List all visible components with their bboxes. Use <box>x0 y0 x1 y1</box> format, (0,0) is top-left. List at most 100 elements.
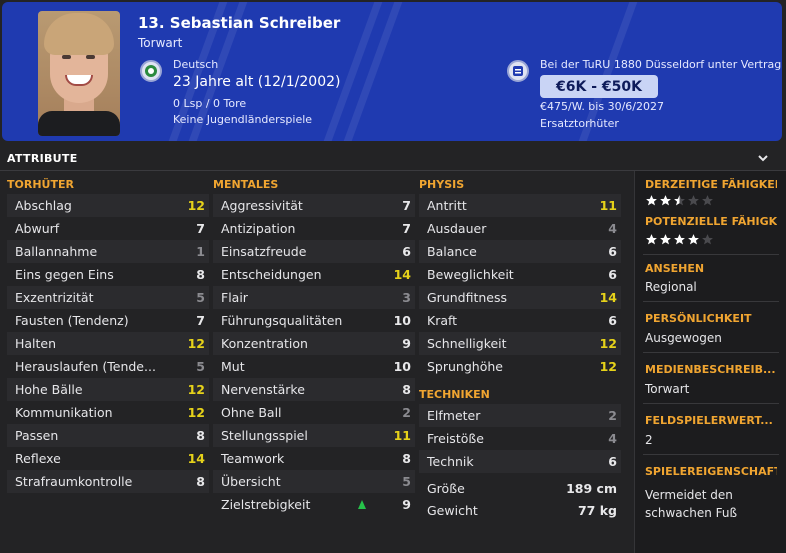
attribute-name: Abschlag <box>15 198 72 213</box>
attribute-row[interactable]: Beweglichkeit 6 <box>419 263 621 286</box>
attribute-row[interactable]: Übersicht 5 <box>213 470 415 493</box>
transfer-value-badge[interactable]: €6K - €50K <box>540 75 658 98</box>
star-empty-icon <box>701 194 714 207</box>
attribute-value: 2 <box>608 408 617 423</box>
attribute-name: Schnelligkeit <box>427 336 507 351</box>
attribute-value: 8 <box>196 474 205 489</box>
personality-label: PERSÖNLICHKEIT <box>645 312 752 325</box>
attribute-row[interactable]: Aggressivität 7 <box>213 194 415 217</box>
attribute-value: 5 <box>402 474 411 489</box>
player-header: 13. Sebastian Schreiber Torwart Deutsch … <box>2 2 782 141</box>
attribute-name: Nervenstärke <box>221 382 305 397</box>
attribute-row[interactable]: Führungsqualitäten 10 <box>213 309 415 332</box>
attribute-value: 12 <box>599 359 617 374</box>
attribute-name: Antritt <box>427 198 467 213</box>
attribute-row[interactable]: Flair 3 <box>213 286 415 309</box>
attribute-row[interactable]: Abwurf 7 <box>7 217 209 240</box>
player-trait-line[interactable]: Vermeidet den <box>645 488 733 502</box>
player-name[interactable]: 13. Sebastian Schreiber <box>138 14 340 32</box>
attribute-row[interactable]: Antizipation 7 <box>213 217 415 240</box>
attribute-value: 4 <box>608 431 617 446</box>
attribute-row[interactable]: Schnelligkeit 12 <box>419 332 621 355</box>
attribute-row[interactable]: Exzentrizität 5 <box>7 286 209 309</box>
attribute-row[interactable]: Passen 8 <box>7 424 209 447</box>
attribute-row[interactable]: Freistöße 4 <box>419 427 621 450</box>
contract-wage: €475/W. bis 30/6/2027 <box>540 100 664 113</box>
attribute-value: 7 <box>402 221 411 236</box>
attribute-row[interactable]: Hohe Bälle 12 <box>7 378 209 401</box>
attribute-value: 3 <box>402 290 411 305</box>
chevron-down-icon[interactable] <box>755 150 771 166</box>
attribute-value: 14 <box>393 267 411 282</box>
attribute-value: 12 <box>599 336 617 351</box>
attribute-value: 8 <box>402 382 411 397</box>
attribute-row[interactable]: Nervenstärke 8 <box>213 378 415 401</box>
player-age: 23 Jahre alt (12/1/2002) <box>173 74 341 90</box>
attribute-row[interactable]: Ohne Ball 2 <box>213 401 415 424</box>
attribute-name: Eins gegen Eins <box>15 267 114 282</box>
attribute-row[interactable]: Sprunghöhe 12 <box>419 355 621 378</box>
attribute-row[interactable]: Abschlag 12 <box>7 194 209 217</box>
height-value: 189 cm <box>566 481 617 496</box>
outfield-rating-label: FELDSPIELERWERT... <box>645 414 773 427</box>
attribute-row[interactable]: Strafraumkontrolle 8 <box>7 470 209 493</box>
player-trait-line[interactable]: schwachen Fuß <box>645 506 737 520</box>
current-ability-label: DERZEITIGE FÄHIGKEIT <box>645 178 777 191</box>
attribute-name: Antizipation <box>221 221 296 236</box>
attribute-row[interactable]: Elfmeter 2 <box>419 404 621 427</box>
attribute-value: 12 <box>187 336 205 351</box>
attribute-row[interactable]: Herauslaufen (Tende... 5 <box>7 355 209 378</box>
attribute-value: 8 <box>196 267 205 282</box>
attribute-row[interactable]: Fausten (Tendenz) 7 <box>7 309 209 332</box>
media-description-value: Torwart <box>645 382 690 396</box>
attribute-row[interactable]: Grundfitness 14 <box>419 286 621 309</box>
attribute-name: Kraft <box>427 313 458 328</box>
attribute-row[interactable]: Antritt 11 <box>419 194 621 217</box>
attribute-row[interactable]: Mut 10 <box>213 355 415 378</box>
attribute-row[interactable]: Einsatzfreude 6 <box>213 240 415 263</box>
attribute-row[interactable]: Entscheidungen 14 <box>213 263 415 286</box>
nation-flag-icon[interactable] <box>140 60 162 82</box>
attribute-row[interactable]: Kommunikation 12 <box>7 401 209 424</box>
section-title: ATTRIBUTE <box>7 152 78 165</box>
attribute-row[interactable]: Teamwork 8 <box>213 447 415 470</box>
divider <box>643 403 779 404</box>
club-crest-icon[interactable] <box>507 60 529 82</box>
attribute-value: 10 <box>393 313 411 328</box>
star-empty-icon <box>701 233 714 246</box>
attribute-row[interactable]: Konzentration 9 <box>213 332 415 355</box>
divider <box>643 254 779 255</box>
attribute-value: 12 <box>187 405 205 420</box>
attribute-value: 11 <box>393 428 411 443</box>
current-ability-stars[interactable] <box>645 194 714 207</box>
attribute-row[interactable]: Zielstrebigkeit 9 <box>213 493 415 516</box>
attribute-name: Konzentration <box>221 336 308 351</box>
player-position: Torwart <box>138 36 183 50</box>
attribute-row[interactable]: Reflexe 14 <box>7 447 209 470</box>
attribute-name: Technik <box>427 454 474 469</box>
media-description-label: MEDIENBESCHREIB... <box>645 363 776 376</box>
physical-heading: PHYSIS <box>419 178 465 191</box>
attribute-name: Beweglichkeit <box>427 267 514 282</box>
attribute-name: Passen <box>15 428 59 443</box>
attribute-row[interactable]: Balance 6 <box>419 240 621 263</box>
attribute-name: Freistöße <box>427 431 484 446</box>
attribute-row[interactable]: Halten 12 <box>7 332 209 355</box>
attribute-row[interactable]: Kraft 6 <box>419 309 621 332</box>
attribute-row[interactable]: Eins gegen Eins 8 <box>7 263 209 286</box>
attribute-row[interactable]: Technik 6 <box>419 450 621 473</box>
attribute-value: 9 <box>402 497 411 512</box>
potential-ability-stars[interactable] <box>645 233 714 246</box>
mental-heading: MENTALES <box>213 178 279 191</box>
attribute-name: Reflexe <box>15 451 61 466</box>
attribute-value: 6 <box>608 244 617 259</box>
weight-row: Gewicht 77 kg <box>419 499 621 522</box>
attribute-row[interactable]: Stellungsspiel 11 <box>213 424 415 447</box>
attribute-row[interactable]: Ausdauer 4 <box>419 217 621 240</box>
attribute-name: Mut <box>221 359 245 374</box>
weight-value: 77 kg <box>577 503 617 518</box>
attribute-row[interactable]: Ballannahme 1 <box>7 240 209 263</box>
weight-label: Gewicht <box>427 503 478 518</box>
contract-club[interactable]: Bei der TuRU 1880 Düsseldorf unter Vertr… <box>540 58 781 71</box>
player-portrait[interactable] <box>38 11 120 136</box>
